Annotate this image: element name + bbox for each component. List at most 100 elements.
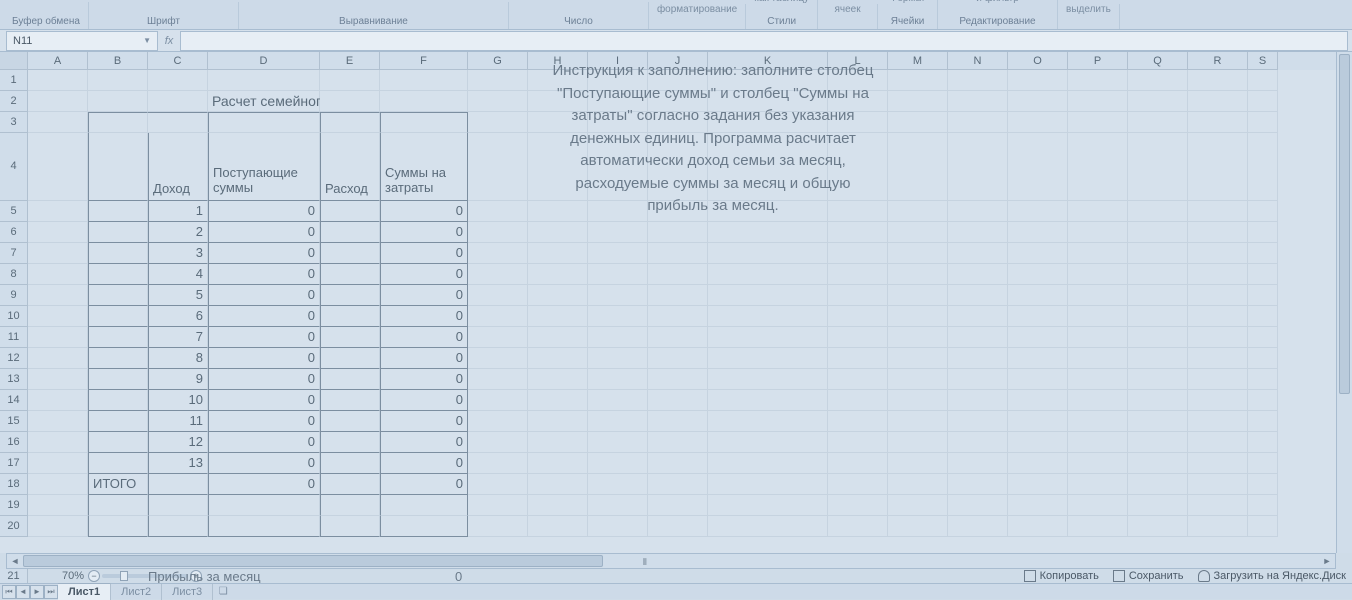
cell[interactable] <box>948 432 1008 453</box>
cell[interactable] <box>1068 411 1128 432</box>
col-header[interactable]: C <box>148 52 208 70</box>
cell[interactable] <box>708 306 828 327</box>
cell[interactable] <box>148 70 208 91</box>
cell[interactable]: 3 <box>148 243 208 264</box>
cell[interactable]: 0 <box>380 243 468 264</box>
cell[interactable]: 0 <box>208 243 320 264</box>
cell[interactable] <box>88 348 148 369</box>
scrollbar-thumb[interactable] <box>1339 54 1350 394</box>
scroll-track[interactable]: ⫴ <box>23 554 1319 568</box>
cell[interactable]: 10 <box>148 390 208 411</box>
cell[interactable]: 0 <box>208 306 320 327</box>
cell[interactable] <box>588 222 648 243</box>
cell[interactable]: 0 <box>380 411 468 432</box>
cell[interactable] <box>320 91 380 112</box>
cell[interactable] <box>528 495 588 516</box>
cell[interactable] <box>1128 348 1188 369</box>
cell[interactable] <box>888 70 948 91</box>
cell[interactable] <box>1248 369 1278 390</box>
sheet-tab[interactable]: Лист1 <box>58 583 111 600</box>
row-header[interactable]: 14 <box>0 390 28 411</box>
cell[interactable] <box>1128 474 1188 495</box>
cell[interactable] <box>948 112 1008 133</box>
cell[interactable] <box>648 411 708 432</box>
cell[interactable] <box>888 432 948 453</box>
cell[interactable] <box>468 70 528 91</box>
new-sheet-button[interactable]: ❏ <box>213 586 233 597</box>
cell[interactable] <box>208 70 320 91</box>
cell[interactable] <box>1188 91 1248 112</box>
cell[interactable] <box>28 133 88 201</box>
cell[interactable]: 0 <box>208 432 320 453</box>
cell[interactable] <box>888 348 948 369</box>
cell[interactable]: Поступающие суммы <box>208 133 320 201</box>
cell[interactable] <box>828 432 888 453</box>
cell[interactable] <box>1188 70 1248 91</box>
cell[interactable] <box>1068 474 1128 495</box>
cell[interactable] <box>1248 222 1278 243</box>
cell[interactable] <box>1188 453 1248 474</box>
cell[interactable] <box>708 516 828 537</box>
cell[interactable] <box>588 474 648 495</box>
cell[interactable] <box>1068 222 1128 243</box>
cell[interactable] <box>1188 243 1248 264</box>
cell[interactable] <box>888 285 948 306</box>
cell[interactable]: 7 <box>148 327 208 348</box>
cell[interactable]: 11 <box>148 411 208 432</box>
cell[interactable] <box>588 390 648 411</box>
cell[interactable] <box>708 264 828 285</box>
cell[interactable] <box>528 348 588 369</box>
cell[interactable] <box>1128 495 1188 516</box>
cell[interactable] <box>708 369 828 390</box>
cell[interactable] <box>1068 369 1128 390</box>
cell[interactable] <box>468 348 528 369</box>
cell[interactable] <box>1248 112 1278 133</box>
cell[interactable] <box>320 264 380 285</box>
cell[interactable] <box>648 495 708 516</box>
row-header[interactable]: 19 <box>0 495 28 516</box>
cell[interactable]: 0 <box>208 222 320 243</box>
cell[interactable] <box>320 306 380 327</box>
col-header[interactable]: O <box>1008 52 1068 70</box>
cell[interactable] <box>1008 306 1068 327</box>
cell[interactable] <box>468 411 528 432</box>
cell[interactable] <box>888 516 948 537</box>
cell[interactable] <box>88 453 148 474</box>
cell[interactable] <box>1188 348 1248 369</box>
cell[interactable] <box>28 70 88 91</box>
cell[interactable] <box>1008 495 1068 516</box>
cell[interactable] <box>588 453 648 474</box>
cell[interactable] <box>28 285 88 306</box>
cell[interactable] <box>1128 243 1188 264</box>
save-button[interactable]: Сохранить <box>1113 570 1184 582</box>
cell[interactable] <box>320 285 380 306</box>
cell[interactable] <box>828 453 888 474</box>
row-header[interactable]: 10 <box>0 306 28 327</box>
cell[interactable] <box>948 133 1008 201</box>
cell[interactable] <box>708 453 828 474</box>
cell[interactable] <box>948 306 1008 327</box>
cell[interactable] <box>888 243 948 264</box>
ribbon-group-styles[interactable]: как таблицуСтили <box>746 0 818 29</box>
cell[interactable] <box>1248 474 1278 495</box>
cell[interactable] <box>1008 516 1068 537</box>
cell[interactable] <box>948 495 1008 516</box>
cell[interactable]: 0 <box>208 390 320 411</box>
zoom-knob[interactable] <box>120 571 128 581</box>
cell[interactable] <box>1128 432 1188 453</box>
cell[interactable] <box>1128 201 1188 222</box>
cell[interactable] <box>888 495 948 516</box>
cell[interactable]: 0 <box>380 306 468 327</box>
ribbon-group-cell-styles[interactable]: ячеек <box>818 4 878 29</box>
cell[interactable] <box>948 222 1008 243</box>
cell[interactable] <box>1008 133 1068 201</box>
row-header[interactable]: 13 <box>0 369 28 390</box>
cell[interactable] <box>1068 453 1128 474</box>
col-header[interactable]: B <box>88 52 148 70</box>
cell[interactable]: 0 <box>380 432 468 453</box>
cell[interactable] <box>648 243 708 264</box>
cell[interactable] <box>1068 348 1128 369</box>
ribbon-group-cells[interactable]: ФорматЯчейки <box>878 0 938 29</box>
cell[interactable]: 0 <box>380 453 468 474</box>
row-header[interactable]: 6 <box>0 222 28 243</box>
